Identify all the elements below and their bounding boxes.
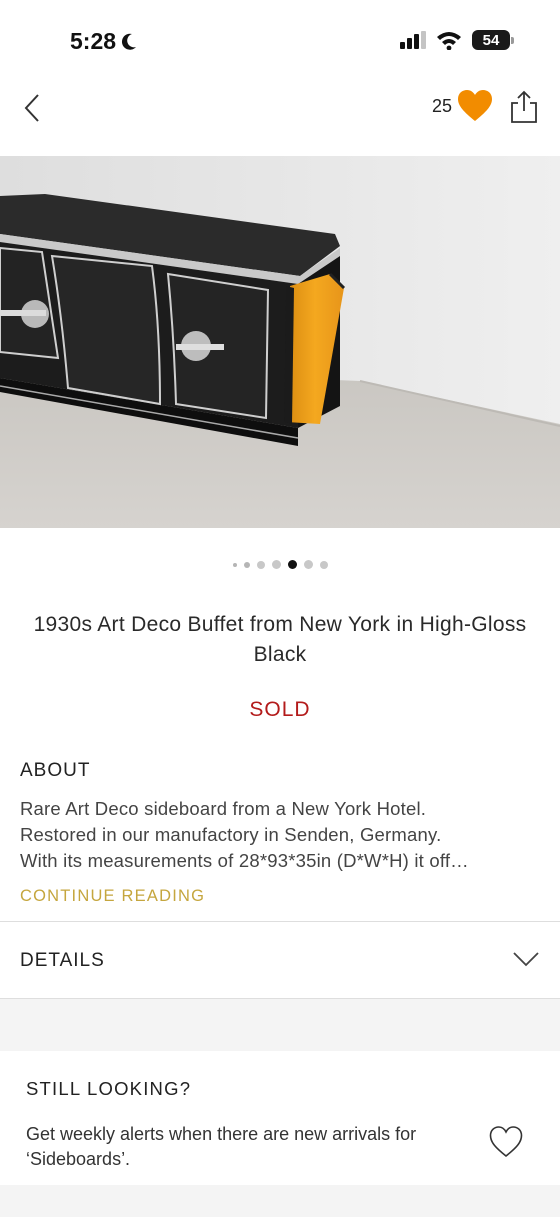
continue-reading-link[interactable]: CONTINUE READING (20, 887, 205, 906)
favorite-heart-button[interactable] (456, 88, 494, 124)
product-image-carousel[interactable] (0, 156, 560, 528)
details-label: DETAILS (20, 950, 105, 971)
share-button[interactable] (510, 90, 538, 124)
carousel-dot-active[interactable] (287, 560, 297, 569)
status-bar: 5:28 54 (0, 0, 560, 80)
wifi-icon (437, 32, 461, 50)
still-looking-text: Get weekly alerts when there are new arr… (26, 1124, 417, 1169)
carousel-dot[interactable] (319, 560, 328, 569)
carousel-dot[interactable] (303, 560, 313, 569)
moon-icon (122, 33, 137, 50)
about-description: Rare Art Deco sideboard from a New York … (20, 796, 542, 874)
product-photo (0, 156, 560, 528)
status-time-group: 5:28 (70, 28, 138, 55)
section-separator (0, 999, 560, 1051)
carousel-dot[interactable] (271, 560, 281, 569)
chevron-down-icon (513, 952, 539, 967)
status-indicators: 54 (400, 30, 514, 50)
product-title: 1930s Art Deco Buffet from New York in H… (33, 613, 527, 666)
carousel-dot[interactable] (256, 560, 265, 569)
sold-status: SOLD (249, 698, 311, 721)
about-line: Restored in our manufactory in Senden, G… (20, 824, 442, 845)
status-time: 5:28 (70, 28, 117, 54)
bottom-separator (0, 1185, 560, 1217)
still-looking-heading: STILL LOOKING? (26, 1078, 192, 1099)
about-line: Rare Art Deco sideboard from a New York … (20, 798, 427, 819)
cellular-signal-icon (400, 31, 426, 49)
carousel-dot[interactable] (243, 561, 250, 568)
battery-nub (511, 37, 514, 44)
battery-level: 54 (482, 31, 500, 49)
heart-icon (458, 90, 492, 121)
chevron-left-icon (24, 94, 39, 122)
navigation-bar: 25 (0, 80, 560, 136)
carousel-dot[interactable] (232, 562, 237, 567)
back-button[interactable] (16, 90, 48, 126)
heart-outline-icon (489, 1126, 523, 1158)
favorite-count: 25 (431, 96, 452, 116)
details-accordion[interactable]: DETAILS (0, 922, 560, 998)
alert-heart-button[interactable] (488, 1124, 524, 1160)
share-icon (511, 90, 537, 123)
about-line: With its measurements of 28*93*35in (D*W… (20, 850, 469, 871)
carousel-pagination[interactable] (0, 560, 560, 569)
about-heading: ABOUT (20, 760, 91, 781)
battery-indicator: 54 (472, 30, 514, 50)
